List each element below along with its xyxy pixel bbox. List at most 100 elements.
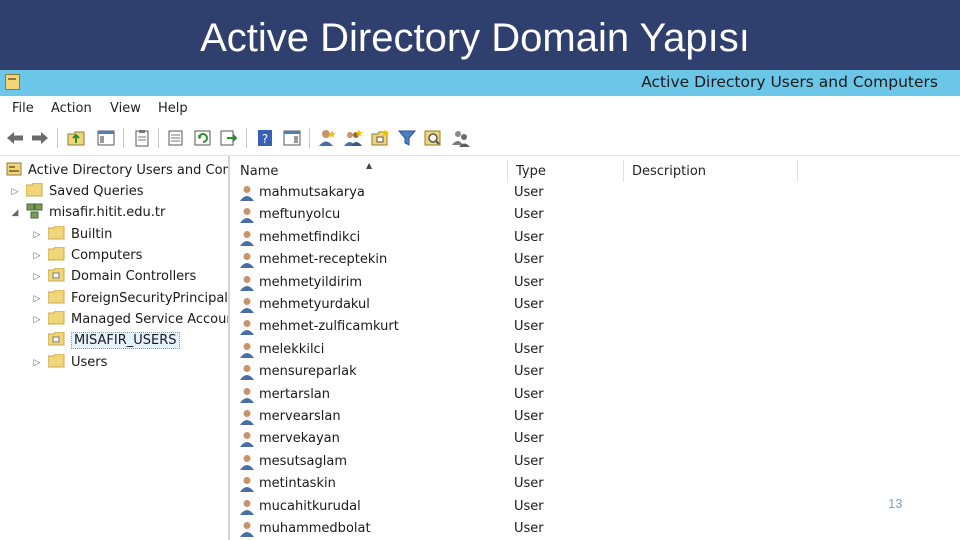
folder-icon [47, 225, 65, 244]
user-type: User [514, 498, 544, 514]
table-row[interactable]: mehmetfindikci User [230, 227, 960, 249]
tree-item-saved-queries[interactable]: ▷ Saved Queries [10, 181, 144, 202]
user-icon [240, 319, 254, 339]
user-icon [240, 364, 254, 384]
table-row[interactable]: mensureparlak User [230, 361, 960, 383]
user-type: User [514, 319, 544, 335]
user-icon [240, 275, 254, 295]
table-row[interactable]: mervekayan User [230, 428, 960, 450]
table-row[interactable]: mahmutsakarya User [230, 182, 960, 204]
new-user-icon[interactable] [316, 127, 338, 149]
user-name: mensureparlak [259, 364, 357, 380]
table-row[interactable]: mehmet-receptekin User [230, 249, 960, 271]
folder-icon [47, 289, 65, 308]
new-ou-icon[interactable] [369, 127, 391, 149]
table-row[interactable]: mervearslan User [230, 406, 960, 428]
user-name: meftunyolcu [259, 207, 341, 223]
tree-root[interactable]: Active Directory Users and Computers [6, 160, 228, 181]
user-type: User [514, 364, 544, 380]
show-hide-console-tree-icon[interactable] [95, 127, 117, 149]
table-row[interactable]: mertarslan User [230, 384, 960, 406]
user-name: mehmet-zulficamkurt [259, 319, 399, 335]
user-type: User [514, 476, 544, 492]
expand-arrow-icon[interactable]: ▷ [32, 272, 42, 282]
properties-icon[interactable] [131, 127, 153, 149]
expand-arrow-icon[interactable]: ▷ [32, 294, 42, 304]
slide-title: Active Directory Domain Yapısı [200, 16, 750, 60]
tree-item-builtin[interactable]: ▷ Builtin [32, 224, 112, 245]
user-name: metintaskin [259, 476, 336, 492]
page-number: 13 [888, 496, 903, 511]
user-type: User [514, 297, 544, 312]
user-icon [240, 342, 254, 362]
menu-help[interactable]: Help [158, 101, 188, 116]
table-row[interactable]: meftunyolcu User [230, 204, 960, 226]
folder-icon [47, 353, 65, 372]
user-type: User [514, 341, 544, 357]
user-type: User [514, 185, 544, 200]
tree-item-domain[interactable]: ◢ misafir.hitit.edu.tr [10, 202, 165, 223]
column-header-type[interactable]: Type [508, 160, 624, 182]
column-header-name[interactable]: Name ▲ [232, 160, 508, 182]
tree-item-users[interactable]: ▷ Users [32, 352, 107, 373]
find-icon[interactable] [422, 127, 444, 149]
expand-arrow-icon[interactable]: ▷ [32, 358, 42, 368]
tree-item-managed-service-accounts[interactable]: ▷ Managed Service Accounts [32, 309, 228, 330]
menu-action[interactable]: Action [51, 101, 92, 116]
collapse-arrow-icon[interactable]: ◢ [10, 208, 20, 218]
user-name: mervekayan [259, 431, 340, 447]
table-row[interactable]: mehmet-zulficamkurt User [230, 316, 960, 338]
table-row[interactable]: melekkilci User [230, 339, 960, 361]
window-title: Active Directory Users and Computers [641, 73, 938, 91]
up-folder-icon[interactable] [65, 127, 87, 149]
expand-arrow-icon[interactable]: ▷ [10, 187, 20, 197]
table-row[interactable]: muhammedbolat User [230, 518, 960, 540]
filter-icon[interactable] [396, 127, 418, 149]
user-type: User [514, 521, 544, 536]
app-icon[interactable] [5, 74, 20, 90]
tree-item-computers[interactable]: ▷ Computers [32, 245, 142, 266]
tree-item-misafir-users[interactable]: MISAFIR_USERS [32, 330, 180, 351]
show-hide-action-pane-icon[interactable] [281, 127, 303, 149]
expand-arrow-icon[interactable]: ▷ [32, 315, 42, 325]
toolbar-separator [158, 128, 159, 148]
user-icon [240, 230, 254, 250]
toolbar-separator [309, 128, 310, 148]
menu-view[interactable]: View [110, 101, 141, 116]
export-list-icon[interactable] [165, 127, 187, 149]
user-icon [240, 521, 254, 540]
toolbar-separator [246, 128, 247, 148]
user-name: mervearslan [259, 409, 341, 424]
expand-arrow-icon[interactable]: ▷ [32, 230, 42, 240]
user-name: mehmetyildirim [259, 274, 363, 290]
table-row[interactable]: metintaskin User [230, 473, 960, 495]
table-row[interactable]: mucahitkurudal User [230, 496, 960, 518]
table-row[interactable]: mehmetyildirim User [230, 272, 960, 294]
new-group-icon[interactable] [342, 127, 364, 149]
console-tree[interactable]: Active Directory Users and Computers ▷ S… [0, 156, 230, 540]
expand-arrow-icon[interactable]: ▷ [32, 251, 42, 261]
menu-file[interactable]: File [12, 101, 34, 116]
user-icon [240, 207, 254, 227]
table-row[interactable]: mehmetyurdakul User [230, 294, 960, 316]
export-icon[interactable] [218, 127, 240, 149]
user-type: User [514, 252, 544, 268]
user-name: muhammedbolat [259, 521, 371, 536]
toolbar-separator [57, 128, 58, 148]
slide-header: Active Directory Domain Yapısı [0, 0, 960, 70]
user-icon [240, 297, 254, 317]
user-type: User [514, 431, 544, 447]
add-to-group-icon[interactable] [450, 127, 472, 149]
ou-folder-icon [47, 331, 65, 350]
window-titlebar[interactable]: Active Directory Users and Computers [0, 70, 960, 96]
aduc-icon [6, 161, 22, 181]
table-row[interactable]: mesutsaglam User [230, 451, 960, 473]
back-arrow-icon[interactable] [4, 127, 26, 149]
user-type: User [514, 386, 544, 402]
help-icon[interactable]: ? [254, 127, 276, 149]
tree-item-foreign-security-principals[interactable]: ▷ ForeignSecurityPrincipals [32, 288, 228, 309]
tree-item-domain-controllers[interactable]: ▷ Domain Controllers [32, 266, 196, 287]
column-header-description[interactable]: Description [624, 160, 798, 182]
refresh-icon[interactable] [192, 127, 214, 149]
forward-arrow-icon[interactable] [29, 127, 51, 149]
